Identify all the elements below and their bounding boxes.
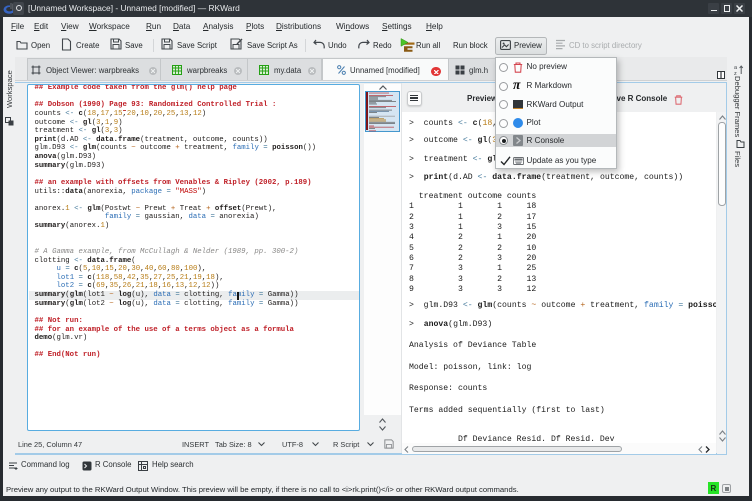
svg-text:z: z (734, 71, 737, 75)
